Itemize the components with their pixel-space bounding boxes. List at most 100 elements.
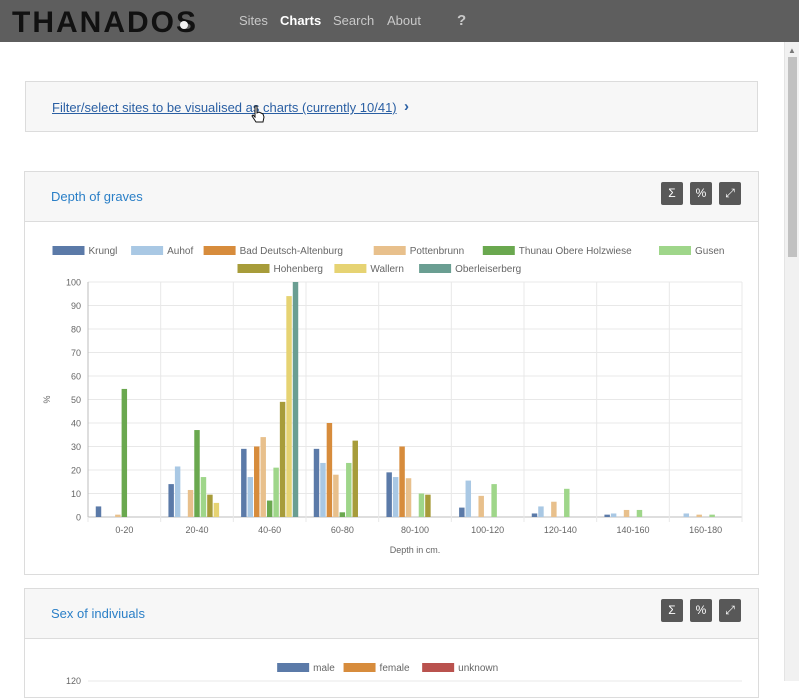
scroll-up-icon[interactable]: ▲ [788, 46, 796, 55]
legend-swatch [419, 264, 452, 273]
top-navbar: THANADOS Sites Charts Search About ? [0, 0, 799, 42]
legend-label: Wallern [370, 264, 404, 275]
legend-label: Bad Deutsch-Altenburg [240, 246, 343, 257]
y-tick-label: 50 [71, 395, 81, 405]
chevron-right-icon[interactable]: › [404, 98, 409, 115]
bar [696, 514, 702, 517]
bar [531, 513, 538, 517]
help-icon[interactable]: ? [457, 12, 466, 29]
y-tick-label: 0 [76, 513, 81, 523]
logo[interactable]: THANADOS [12, 6, 222, 36]
legend-swatch [237, 264, 270, 273]
legend-label: Oberleiserberg [455, 264, 521, 275]
filter-panel: Filter/select sites to be visualised as … [25, 81, 758, 132]
legend-swatch [334, 264, 367, 273]
bar [273, 467, 279, 517]
bar [405, 478, 412, 517]
bar [326, 423, 333, 517]
bar [313, 448, 320, 517]
bar [538, 506, 544, 517]
legend-swatch [422, 663, 455, 672]
bar [709, 514, 715, 517]
sex-chart: male female unknown 120 [66, 663, 742, 686]
bar [333, 474, 339, 517]
bar [425, 494, 431, 517]
legend-swatch [343, 663, 376, 672]
bar [399, 446, 405, 517]
bar [386, 472, 392, 517]
legend-label: Pottenbrunn [410, 246, 465, 257]
y-tick-label: 30 [71, 442, 81, 452]
scroll-thumb[interactable] [788, 57, 797, 257]
legend-label: Hohenberg [274, 264, 323, 275]
y-tick-label: 10 [71, 489, 81, 499]
legend-swatch [277, 663, 310, 672]
page-scrollbar[interactable]: ▲ [784, 42, 799, 681]
legend-label: unknown [458, 663, 498, 674]
bar [187, 489, 194, 517]
bar [207, 494, 213, 517]
depth-of-graves-card: Depth of graves Σ % ⤢ Krungl Auhof Bad Deu… [24, 171, 759, 575]
legend-label: Krungl [89, 246, 118, 257]
y-tick-label: 40 [71, 419, 81, 429]
bar [168, 484, 174, 517]
bar [610, 513, 617, 517]
bar [551, 501, 557, 517]
y-axis-label: % [42, 395, 52, 403]
bar [213, 502, 220, 517]
y-tick-label: 100 [66, 278, 81, 288]
y-tick-label: 120 [66, 676, 81, 686]
bar [247, 477, 254, 517]
filter-sites-link[interactable]: Filter/select sites to be visualised as … [52, 100, 397, 115]
legend-swatch [52, 246, 85, 255]
legend-label: male [313, 663, 335, 674]
y-tick-label: 80 [71, 325, 81, 335]
nav-search[interactable]: Search [333, 13, 374, 28]
legend-swatch [659, 246, 691, 255]
bar [292, 282, 299, 517]
bar [418, 493, 425, 517]
bar [266, 500, 273, 517]
x-tick-label: 120-140 [544, 525, 577, 535]
bar [478, 495, 484, 517]
y-tick-label: 90 [71, 301, 81, 311]
bar [564, 488, 570, 517]
bar [352, 440, 358, 517]
bar [465, 480, 472, 517]
bar [636, 509, 643, 517]
bar [346, 462, 352, 517]
bar [392, 477, 399, 517]
logo-skull-icon [180, 21, 188, 29]
x-tick-label: 40-60 [258, 525, 281, 535]
x-tick-label: 140-160 [616, 525, 649, 535]
sex-of-individuals-card: Sex of indiviuals Σ % ⤢ male female unknow… [24, 588, 759, 698]
bar [200, 477, 207, 517]
y-tick-label: 60 [71, 372, 81, 382]
bar [683, 513, 690, 517]
bar [491, 484, 497, 517]
nav-about[interactable]: About [387, 13, 421, 28]
legend-label: Thunau Obere Holzwiese [519, 246, 632, 257]
bar [260, 437, 266, 517]
legend-label: female [380, 663, 410, 674]
x-tick-label: 80-100 [401, 525, 429, 535]
bar [241, 448, 247, 517]
bar [279, 401, 286, 517]
legend-swatch [203, 246, 236, 255]
nav-charts[interactable]: Charts [280, 13, 321, 28]
depth-chart: Krungl Auhof Bad Deutsch-Altenburg Pottenbr… [42, 246, 743, 555]
x-axis-label: Depth in cm. [390, 545, 441, 555]
bar [115, 514, 121, 517]
bar [95, 506, 102, 517]
bar [459, 507, 465, 517]
x-tick-label: 160-180 [689, 525, 722, 535]
hand-cursor-icon [251, 105, 265, 123]
x-tick-label: 60-80 [331, 525, 354, 535]
bar [121, 388, 128, 517]
bar [286, 296, 292, 517]
bar [194, 430, 200, 517]
x-tick-label: 0-20 [115, 525, 133, 535]
bar [623, 509, 630, 517]
bar [604, 514, 610, 517]
nav-sites[interactable]: Sites [239, 13, 268, 28]
